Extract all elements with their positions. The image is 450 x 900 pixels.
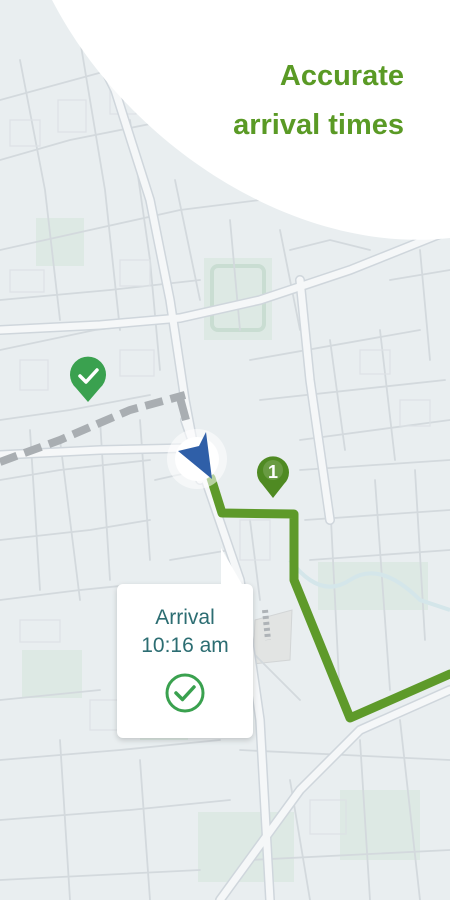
headline-line-2: arrival times: [233, 109, 404, 141]
arrival-label: Arrival: [155, 606, 215, 629]
callout-pointer: [221, 548, 243, 586]
headline-line-1: Accurate: [279, 60, 404, 92]
arrival-time: 10:16 am: [141, 634, 229, 657]
arrival-callout: Arrival 10:16 am: [117, 548, 253, 738]
navigation-arrow-icon: [167, 429, 227, 489]
stop-number: 1: [268, 462, 278, 482]
check-circle-icon: [165, 673, 205, 713]
headline: Accurate arrival times: [144, 52, 404, 150]
